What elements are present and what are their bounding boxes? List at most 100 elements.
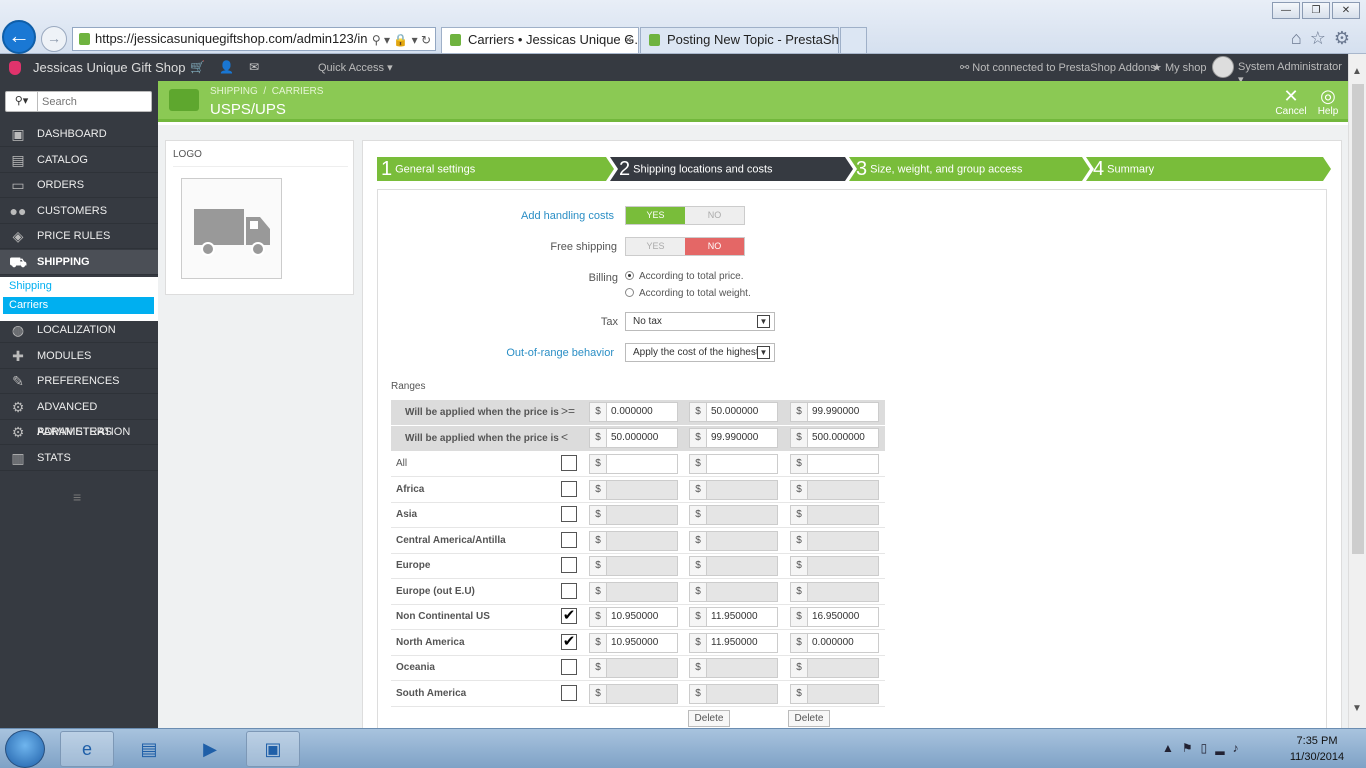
- sidebar-item-orders[interactable]: ▭ ORDERS: [0, 173, 158, 198]
- zone-price-value[interactable]: 16.950000: [807, 607, 879, 627]
- sidebar-item-localization[interactable]: ◍ LOCALIZATION: [0, 318, 158, 343]
- browser-tab-posting[interactable]: Posting New Topic - PrestaSh...: [640, 27, 839, 53]
- address-bar[interactable]: https://jessicasuniquegiftshop.com/admin…: [72, 27, 436, 51]
- zone-price-value[interactable]: [807, 658, 879, 678]
- zone-price-value[interactable]: [706, 658, 778, 678]
- page-scrollbar[interactable]: ▲ ▼: [1348, 54, 1366, 728]
- zone-price-value[interactable]: [606, 658, 678, 678]
- scroll-up-icon[interactable]: ▲: [1352, 66, 1362, 77]
- zone-price-value[interactable]: [807, 454, 879, 474]
- sidebar-item-catalog[interactable]: ▤ CATALOG: [0, 148, 158, 173]
- address-actions[interactable]: ⚲ ▾ 🔒 ▾ ↻: [367, 29, 431, 50]
- sidebar-item-administration[interactable]: ⚙ ADMINISTRATION: [0, 420, 158, 445]
- zone-price-value[interactable]: 0.000000: [807, 633, 879, 653]
- delete-range-button[interactable]: Delete: [788, 710, 830, 727]
- search-icon[interactable]: ⚲▾: [6, 92, 38, 111]
- tab-close-icon[interactable]: ×: [624, 28, 632, 52]
- zone-checkbox[interactable]: [561, 455, 577, 471]
- addons-status[interactable]: ⚯ Not connected to PrestaShop Addons: [960, 61, 1156, 74]
- zone-price-value[interactable]: [706, 505, 778, 525]
- maximize-button[interactable]: ❐: [1302, 2, 1330, 19]
- zone-checkbox[interactable]: [561, 481, 577, 497]
- sidebar-item-stats[interactable]: ▥ STATS: [0, 446, 158, 471]
- folder-icon[interactable]: ▤: [122, 731, 176, 767]
- volume-icon[interactable]: ♪: [1233, 741, 1247, 755]
- zone-price-value[interactable]: 10.950000: [606, 633, 678, 653]
- zone-price-value[interactable]: [606, 480, 678, 500]
- zone-price-value[interactable]: [706, 454, 778, 474]
- out-of-range-select[interactable]: Apply the cost of the highest ▼: [625, 343, 775, 362]
- billing-option-price[interactable]: According to total price.: [625, 271, 744, 282]
- zone-checkbox[interactable]: [561, 685, 577, 701]
- zone-price-value[interactable]: [606, 531, 678, 551]
- internet-explorer-icon[interactable]: e: [60, 731, 114, 767]
- sidebar-item-preferences[interactable]: ✎ PREFERENCES: [0, 369, 158, 394]
- device-icon[interactable]: ▯: [1201, 741, 1216, 755]
- scroll-down-icon[interactable]: ▼: [1352, 703, 1362, 714]
- cancel-button[interactable]: ✕ Cancel: [1273, 86, 1309, 117]
- close-window-button[interactable]: ✕: [1332, 2, 1360, 19]
- breadcrumb-carriers[interactable]: CARRIERS: [272, 86, 324, 97]
- envelope-icon[interactable]: ✉: [249, 60, 259, 74]
- shop-name[interactable]: Jessicas Unique Gift Shop: [33, 60, 185, 75]
- tax-select[interactable]: No tax ▼: [625, 312, 775, 331]
- zone-price-value[interactable]: [807, 505, 879, 525]
- wizard-step-1[interactable]: 1 General settings: [377, 157, 475, 182]
- zone-price-value[interactable]: [807, 480, 879, 500]
- zone-price-value[interactable]: [606, 684, 678, 704]
- handling-yes-option[interactable]: YES: [626, 207, 685, 224]
- zone-price-value[interactable]: [807, 531, 879, 551]
- my-shop-link[interactable]: ★ My shop: [1152, 61, 1207, 74]
- collapse-menu-icon[interactable]: ≡: [73, 489, 81, 505]
- zone-checkbox[interactable]: [561, 659, 577, 675]
- zone-price-value[interactable]: [706, 480, 778, 500]
- zone-price-value[interactable]: [606, 505, 678, 525]
- avatar[interactable]: [1212, 56, 1234, 78]
- flag-icon[interactable]: ⚑: [1182, 741, 1201, 755]
- free-shipping-no-option[interactable]: NO: [685, 238, 744, 255]
- browser-tab-carriers[interactable]: Carriers • Jessicas Unique G... ×: [441, 27, 639, 53]
- sidebar-item-advanced-parameters[interactable]: ⚙ ADVANCED PARAMETERS: [0, 395, 158, 438]
- range-value[interactable]: 99.990000: [807, 402, 879, 422]
- back-button[interactable]: ←: [2, 20, 36, 54]
- zone-price-value[interactable]: [807, 582, 879, 602]
- gear-icon[interactable]: ⚙: [1334, 28, 1358, 48]
- home-icon[interactable]: ⌂: [1291, 28, 1310, 48]
- zone-checkbox[interactable]: [561, 583, 577, 599]
- zone-checkbox[interactable]: [561, 532, 577, 548]
- range-value[interactable]: 50.000000: [606, 428, 678, 448]
- zone-checkbox-checked[interactable]: ✔: [561, 634, 577, 650]
- breadcrumb-shipping[interactable]: SHIPPING: [210, 86, 258, 97]
- zone-price-value[interactable]: [706, 531, 778, 551]
- remote-desktop-icon[interactable]: ▣: [246, 731, 300, 767]
- zone-checkbox-checked[interactable]: ✔: [561, 608, 577, 624]
- sidebar-item-price-rules[interactable]: ◈ PRICE RULES: [0, 224, 158, 249]
- minimize-button[interactable]: —: [1272, 2, 1300, 19]
- free-shipping-yes-option[interactable]: YES: [626, 238, 685, 255]
- free-shipping-toggle[interactable]: YES NO: [625, 237, 745, 256]
- scrollbar-thumb[interactable]: [1352, 84, 1364, 554]
- zone-price-value[interactable]: 10.950000: [606, 607, 678, 627]
- billing-option-weight[interactable]: According to total weight.: [625, 288, 751, 299]
- range-value[interactable]: 500.000000: [807, 428, 879, 448]
- prestashop-logo-icon[interactable]: [9, 61, 21, 75]
- handling-no-option[interactable]: NO: [685, 207, 744, 224]
- zone-price-value[interactable]: 11.950000: [706, 633, 778, 653]
- zone-price-value[interactable]: [807, 556, 879, 576]
- delete-range-button[interactable]: Delete: [688, 710, 730, 727]
- search-input[interactable]: [42, 92, 150, 111]
- zone-price-value[interactable]: [706, 684, 778, 704]
- new-tab-button[interactable]: [840, 27, 867, 53]
- zone-price-value[interactable]: [606, 556, 678, 576]
- network-icon[interactable]: ▂: [1215, 741, 1232, 755]
- zone-price-value[interactable]: [807, 684, 879, 704]
- handling-costs-toggle[interactable]: YES NO: [625, 206, 745, 225]
- zone-price-value[interactable]: [606, 454, 678, 474]
- submenu-shipping[interactable]: Shipping: [3, 278, 154, 295]
- forward-button[interactable]: →: [41, 26, 67, 52]
- zone-price-value[interactable]: 11.950000: [706, 607, 778, 627]
- zone-price-value[interactable]: [706, 582, 778, 602]
- range-value[interactable]: 50.000000: [706, 402, 778, 422]
- range-value[interactable]: 99.990000: [706, 428, 778, 448]
- wizard-step-3[interactable]: 3 Size, weight, and group access: [852, 157, 1022, 182]
